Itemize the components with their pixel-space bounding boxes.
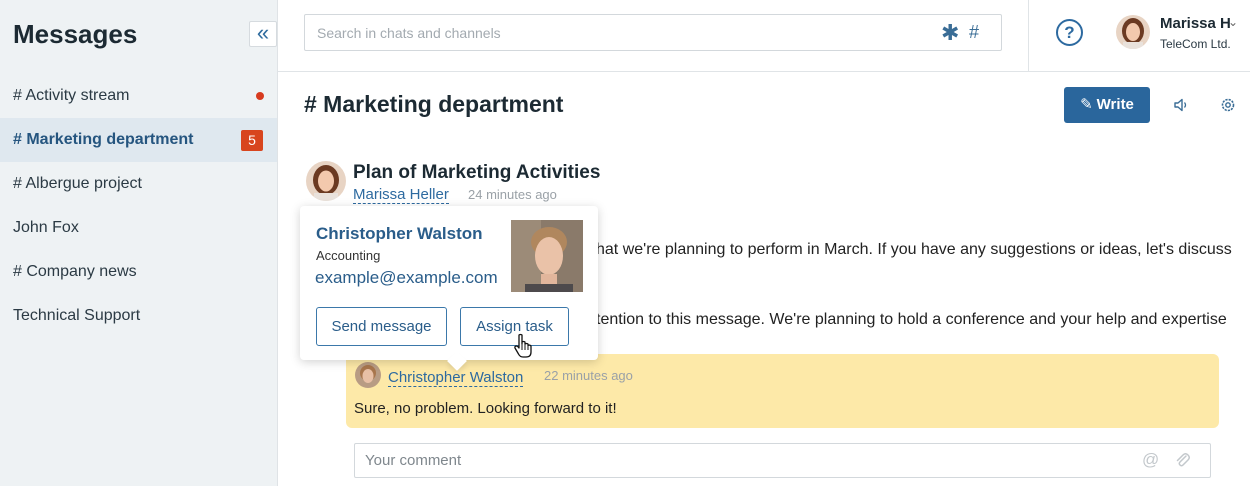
comment-input[interactable] [365,444,1125,477]
post-timestamp: 24 minutes ago [468,187,557,202]
chat-item-label: # Albergue project [13,175,142,192]
user-name[interactable]: Marissa H [1160,15,1231,32]
user-company: TeleCom Ltd. [1160,37,1231,51]
gear-icon[interactable] [1219,96,1237,114]
asterisk-icon[interactable]: ✱ [941,20,959,46]
chat-item-label: Technical Support [13,307,141,324]
search-input[interactable] [317,15,917,50]
post-text-line: hat we're planning to perform in March. … [596,241,1232,258]
chat-item-activity-stream[interactable]: # Activity stream [0,74,277,118]
comment-author-link[interactable]: Christopher Walston [388,369,524,387]
chat-item-label: John Fox [13,219,79,236]
page-title: # Marketing department [304,91,564,117]
send-message-button[interactable]: Send message [316,307,447,346]
avatar[interactable] [306,161,346,201]
card-user-name[interactable]: Christopher Walston [316,224,483,244]
write-button[interactable]: ✎ Write [1064,87,1150,123]
comment: Christopher Walston 22 minutes ago Sure,… [346,354,1219,428]
avatar[interactable] [1116,15,1150,49]
user-photo [511,220,583,292]
chat-item-albergue-project[interactable]: # Albergue project [0,162,277,206]
hash-icon[interactable]: # [969,22,979,43]
sidebar-title: Messages [13,19,138,49]
top-bar: ✱ # ? Marissa H ⌄ TeleCom Ltd. [278,0,1250,72]
divider [1028,0,1029,72]
chat-list: # Activity stream # Marketing department… [0,74,277,338]
help-icon[interactable]: ? [1056,19,1083,46]
comment-text: Sure, no problem. Looking forward to it! [354,400,617,417]
chevron-down-icon[interactable]: ⌄ [1228,15,1238,29]
unread-count-badge: 5 [241,130,263,151]
comment-box: @ [354,443,1211,478]
hand-cursor-icon [514,333,532,358]
chat-item-label: # Marketing department [13,131,194,148]
sidebar: Messages « # Activity stream # Marketing… [0,0,278,486]
avatar[interactable] [355,362,381,388]
chat-item-label: # Company news [13,263,137,280]
post-text-line: tention to this message. We're planning … [596,311,1227,328]
search-box: ✱ # [304,14,1002,51]
post-title: Plan of Marketing Activities [353,162,601,183]
write-label: Write [1096,96,1134,113]
paperclip-icon[interactable] [1173,450,1191,470]
volume-icon[interactable] [1172,96,1190,114]
comment-timestamp: 22 minutes ago [544,368,633,383]
collapse-sidebar-button[interactable]: « [249,21,277,47]
post-author-link[interactable]: Marissa Heller [353,186,449,204]
unread-dot [256,92,264,100]
mention-icon[interactable]: @ [1142,450,1159,470]
card-department: Accounting [316,248,381,263]
chat-item-label: # Activity stream [13,87,130,104]
chat-item-john-fox[interactable]: John Fox [0,206,277,250]
card-email-link[interactable]: example@example.com [315,268,498,288]
chat-item-marketing-department[interactable]: # Marketing department 5 [0,118,277,162]
pencil-icon: ✎ [1080,96,1093,113]
user-profile-card: Christopher Walston Accounting example@e… [300,206,598,371]
chat-item-company-news[interactable]: # Company news [0,250,277,294]
chat-item-technical-support[interactable]: Technical Support [0,294,277,338]
messenger-app: Messages « # Activity stream # Marketing… [0,0,1250,486]
